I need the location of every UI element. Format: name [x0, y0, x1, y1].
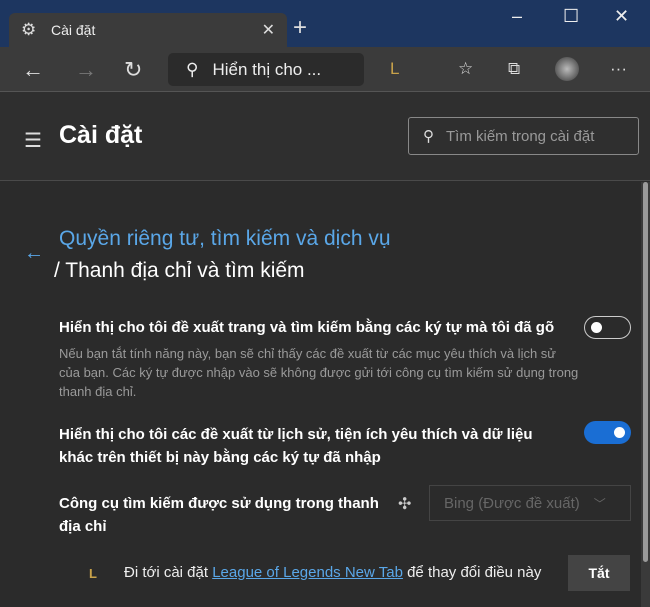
- notice-prefix: Đi tới cài đặt: [124, 564, 213, 581]
- extension-icon[interactable]: L: [390, 59, 399, 79]
- maximize-button[interactable]: ☐: [563, 6, 579, 27]
- title-bar: ⚙ Cài đặt ✕ + – ☐ ✕: [0, 0, 650, 47]
- turn-off-button[interactable]: Tắt: [568, 555, 630, 591]
- forward-icon[interactable]: →: [75, 57, 97, 83]
- toggle-search-suggestions[interactable]: [584, 316, 631, 339]
- page-subtitle: / Thanh địa chỉ và tìm kiếm: [54, 259, 305, 282]
- address-bar[interactable]: ⚲ Hiển thị cho ...: [168, 53, 364, 86]
- chevron-down-icon: ﹀: [593, 496, 606, 511]
- more-menu-button[interactable]: ···: [610, 59, 627, 79]
- gear-icon: ⚙: [21, 20, 37, 39]
- minimize-button[interactable]: –: [512, 6, 522, 27]
- search-placeholder: Tìm kiếm trong cài đặt: [446, 127, 595, 145]
- breadcrumb-parent-link[interactable]: Quyền riêng tư, tìm kiếm và dịch vụ: [59, 227, 391, 251]
- profile-avatar[interactable]: [555, 57, 579, 81]
- search-icon: ⚲: [186, 59, 199, 79]
- search-engine-label: Công cụ tìm kiếm được sử dụng trong than…: [59, 495, 379, 535]
- back-arrow-icon[interactable]: ←: [24, 242, 44, 265]
- close-button[interactable]: ✕: [614, 6, 629, 27]
- back-icon[interactable]: ←: [22, 57, 44, 83]
- tab-title: Cài đặt: [51, 22, 96, 38]
- collections-icon[interactable]: ⧉: [508, 59, 520, 79]
- favorites-icon[interactable]: ☆: [458, 59, 473, 79]
- scrollbar-thumb[interactable]: [643, 182, 648, 562]
- settings-content: ← Quyền riêng tư, tìm kiếm và dịch vụ / …: [0, 182, 640, 607]
- league-of-legends-icon: L: [89, 566, 97, 581]
- toolbar: ← → ↻ ⚲ Hiển thị cho ... L ☆ ⧉ ···: [0, 47, 650, 92]
- setting-description: Nếu bạn tắt tính năng này, bạn sẽ chỉ th…: [59, 346, 579, 399]
- address-text: Hiển thị cho ...: [212, 59, 322, 79]
- settings-search-input[interactable]: ⚲ Tìm kiếm trong cài đặt: [408, 117, 639, 155]
- toggle-history-suggestions[interactable]: [584, 421, 631, 444]
- tab-settings[interactable]: ⚙ Cài đặt ✕: [9, 13, 287, 47]
- tab-close-button[interactable]: ✕: [262, 20, 275, 40]
- extension-notice: Đi tới cài đặt League of Legends New Tab…: [124, 564, 541, 581]
- search-engine-select: Bing (Được đề xuất) ﹀: [429, 485, 631, 521]
- search-engine-value: Bing (Được đề xuất): [444, 494, 580, 512]
- menu-icon[interactable]: ☰: [24, 128, 42, 153]
- settings-header: ☰ Cài đặt ⚲ Tìm kiếm trong cài đặt: [0, 92, 650, 181]
- setting-label: Hiển thị cho tôi các đề xuất từ lịch sử,…: [59, 426, 533, 466]
- refresh-icon[interactable]: ↻: [124, 57, 142, 83]
- scrollbar[interactable]: [641, 182, 650, 607]
- page-title: Cài đặt: [59, 121, 143, 149]
- new-tab-button[interactable]: +: [293, 14, 307, 42]
- setting-label: Hiển thị cho tôi đề xuất trang và tìm ki…: [59, 319, 555, 336]
- extension-settings-link[interactable]: League of Legends New Tab: [212, 564, 403, 581]
- notice-suffix: để thay đổi điều này: [402, 564, 542, 581]
- search-icon: ⚲: [423, 128, 434, 145]
- extension-puzzle-icon: ✣: [398, 496, 412, 513]
